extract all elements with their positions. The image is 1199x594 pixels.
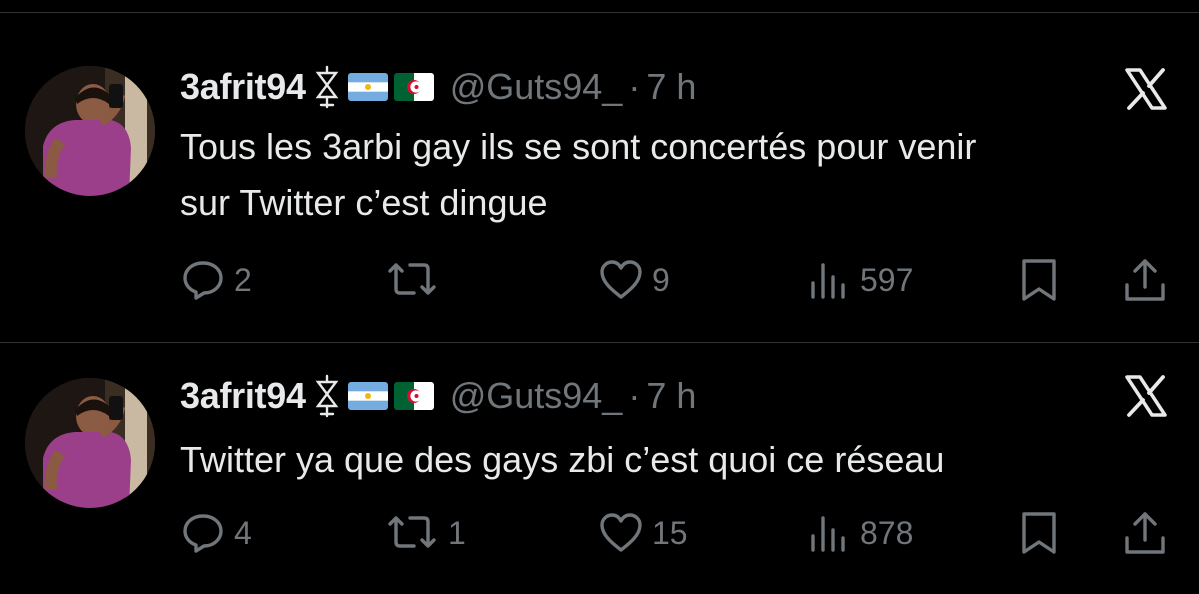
views-count: 878 <box>860 514 914 551</box>
x-logo-icon[interactable] <box>1123 373 1169 419</box>
separator-dot: · <box>628 375 641 416</box>
tweet-text-line: Twitter ya que des gays zbi c’est quoi c… <box>180 439 945 480</box>
bookmark-button[interactable] <box>1016 255 1062 305</box>
views-icon <box>811 516 845 552</box>
share-button[interactable] <box>1122 508 1168 558</box>
retweet-button[interactable]: 1 <box>384 508 466 558</box>
retweet-button[interactable] <box>384 255 448 305</box>
bookmark-icon <box>1022 512 1056 554</box>
like-icon <box>600 513 642 552</box>
tweet-text-line: sur Twitter c’est dingue <box>180 182 548 223</box>
action-bar: 4 1 15 878 <box>0 508 1199 558</box>
bookmark-button[interactable] <box>1016 508 1062 558</box>
like-count: 15 <box>652 514 688 551</box>
reply-button[interactable]: 4 <box>180 508 252 558</box>
retweet-count: 1 <box>448 514 466 551</box>
avatar[interactable] <box>25 378 155 508</box>
views-button[interactable]: 597 <box>806 255 913 305</box>
display-name[interactable]: 3afrit94 <box>180 375 306 417</box>
algeria-flag-icon <box>393 73 434 101</box>
reply-button[interactable]: 2 <box>180 255 252 305</box>
bookmark-icon <box>1022 259 1056 301</box>
user-handle[interactable]: @Guts94_ <box>450 66 623 108</box>
tweet-header: 3afrit94 @Guts94_ · 7 h <box>180 64 696 110</box>
argentina-flag-icon <box>347 382 388 410</box>
reply-icon <box>183 261 223 300</box>
reply-count: 2 <box>234 261 252 298</box>
hourglass-symbol-icon <box>314 65 340 109</box>
tweet-text-line: Tous les 3arbi gay ils se sont concertés… <box>180 126 977 167</box>
algeria-flag-icon <box>393 382 434 410</box>
like-button[interactable]: 15 <box>598 508 688 558</box>
tweet-1[interactable]: 3afrit94 @Guts94_ · 7 h Tous les 3arbi g… <box>0 0 1199 342</box>
action-bar: 2 9 597 <box>0 255 1199 305</box>
timestamp[interactable]: 7 h <box>646 375 696 417</box>
tweet-header: 3afrit94 @Guts94_ · 7 h <box>180 373 696 419</box>
reply-count: 4 <box>234 514 252 551</box>
timestamp[interactable]: 7 h <box>646 66 696 108</box>
argentina-flag-icon <box>347 73 388 101</box>
views-icon <box>811 263 845 299</box>
display-name[interactable]: 3afrit94 <box>180 66 306 108</box>
share-button[interactable] <box>1122 255 1168 305</box>
reply-icon <box>183 514 223 553</box>
tweet-2[interactable]: 3afrit94 @Guts94_ · 7 h Twitter ya que d… <box>0 343 1199 594</box>
x-logo-icon[interactable] <box>1123 66 1169 112</box>
user-handle[interactable]: @Guts94_ <box>450 375 623 417</box>
separator-dot: · <box>628 66 641 107</box>
retweet-icon <box>388 263 436 295</box>
hourglass-symbol-icon <box>314 374 340 418</box>
like-button[interactable]: 9 <box>598 255 670 305</box>
share-icon <box>1125 512 1165 554</box>
share-icon <box>1125 259 1165 301</box>
like-icon <box>600 260 642 299</box>
like-count: 9 <box>652 261 670 298</box>
tweet-text: Twitter ya que des gays zbi c’est quoi c… <box>180 432 1180 488</box>
avatar[interactable] <box>25 66 155 196</box>
tweet-feed: 3afrit94 @Guts94_ · 7 h Tous les 3arbi g… <box>0 0 1199 594</box>
retweet-icon <box>388 516 436 548</box>
views-button[interactable]: 878 <box>806 508 913 558</box>
tweet-text: Tous les 3arbi gay ils se sont concertés… <box>180 119 1180 231</box>
views-count: 597 <box>860 261 914 298</box>
